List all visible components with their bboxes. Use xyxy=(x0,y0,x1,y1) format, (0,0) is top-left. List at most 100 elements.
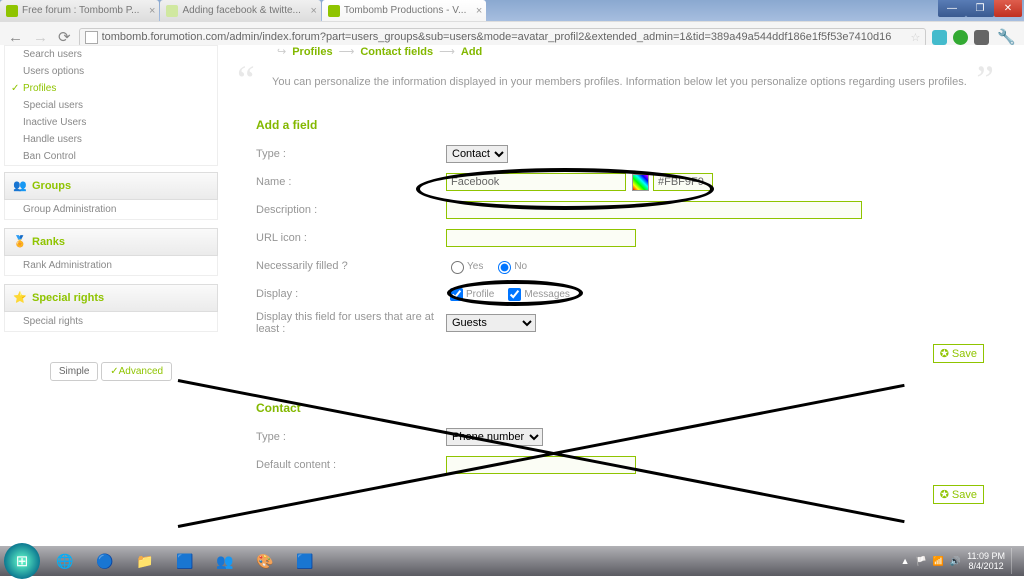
tab-favicon xyxy=(6,5,18,17)
section-add-field: Add a field xyxy=(242,108,1004,140)
taskbar-chrome[interactable]: 🔵 xyxy=(86,548,124,574)
url-text: tombomb.forumotion.com/admin/index.forum… xyxy=(102,31,892,43)
label-necessarily: Necessarily filled ? xyxy=(256,260,446,272)
sidebar-item[interactable]: Special users xyxy=(5,97,217,114)
breadcrumb-add[interactable]: Add xyxy=(461,46,482,58)
urlicon-input[interactable] xyxy=(446,229,636,247)
save-button-2[interactable]: ✪ Save xyxy=(933,485,984,504)
save-button[interactable]: ✪ Save xyxy=(933,344,984,363)
taskbar-paint[interactable]: 🎨 xyxy=(246,548,284,574)
tray-flag[interactable]: 🏳️ xyxy=(915,556,926,567)
display-messages-label: Messages xyxy=(524,289,570,300)
sidebar-item[interactable]: Ban Control xyxy=(5,148,217,165)
clock-time[interactable]: 11:09 PM xyxy=(967,551,1005,561)
extension-icon-3[interactable] xyxy=(974,30,989,45)
color-input[interactable] xyxy=(653,173,713,191)
quote-close-icon: ” xyxy=(976,56,994,103)
label-description: Description : xyxy=(256,204,446,216)
browser-tab[interactable]: Tombomb Productions - V... × xyxy=(322,0,486,21)
default-content-input[interactable] xyxy=(446,456,636,474)
type2-select[interactable]: Phone number xyxy=(446,428,543,446)
name-input[interactable] xyxy=(446,173,626,191)
breadcrumb-contact-fields[interactable]: Contact fields xyxy=(360,46,433,58)
groups-icon: 👥 xyxy=(13,179,27,193)
window-minimize[interactable]: — xyxy=(938,0,966,17)
tab-close-icon[interactable]: × xyxy=(310,5,316,17)
nav-forward[interactable]: → xyxy=(31,29,50,46)
taskbar-app2[interactable]: 👥 xyxy=(206,548,244,574)
save-label: Save xyxy=(952,348,977,360)
taskbar-skype[interactable]: 🟦 xyxy=(286,548,324,574)
color-picker-icon[interactable] xyxy=(632,174,649,191)
tray-volume[interactable]: 🔊 xyxy=(950,556,961,567)
sidebar-item-special-rights[interactable]: Special rights xyxy=(4,312,218,332)
nav-back[interactable]: ← xyxy=(6,29,25,46)
description-input[interactable] xyxy=(446,201,862,219)
sidebar-item[interactable]: Search users xyxy=(5,46,217,63)
necess-no-label: No xyxy=(514,261,527,272)
necess-no-radio[interactable] xyxy=(498,261,511,274)
clock-date[interactable]: 8/4/2012 xyxy=(967,561,1005,571)
sidebar-item[interactable]: Profiles xyxy=(5,80,217,97)
tray-icon[interactable]: ▲ xyxy=(901,556,910,566)
ranks-icon: 🏅 xyxy=(13,235,27,249)
sidebar-item[interactable]: Inactive Users xyxy=(5,114,217,131)
sidebar-head-rights[interactable]: ⭐ Special rights xyxy=(4,284,218,312)
label-urlicon: URL icon : xyxy=(256,232,446,244)
window-maximize[interactable]: ❐ xyxy=(966,0,994,17)
tab-title: Tombomb Productions - V... xyxy=(344,5,466,16)
browser-tab[interactable]: Adding facebook & twitte...× xyxy=(160,0,320,21)
url-field[interactable]: tombomb.forumotion.com/admin/index.forum… xyxy=(79,28,927,47)
nav-reload[interactable]: ⟳ xyxy=(56,28,73,46)
show-desktop[interactable] xyxy=(1011,548,1020,574)
groups-label: Groups xyxy=(32,180,71,192)
section-contact: Contact xyxy=(242,391,1004,423)
display-profile-label: Profile xyxy=(466,289,494,300)
display-level-select[interactable]: Guests xyxy=(446,314,536,332)
tab-close-icon[interactable]: × xyxy=(476,5,482,17)
window-close[interactable]: ✕ xyxy=(994,0,1022,17)
rights-label: Special rights xyxy=(32,292,104,304)
save-label-2: Save xyxy=(952,489,977,501)
intro-text: You can personalize the information disp… xyxy=(272,76,967,88)
start-button[interactable]: ⊞ xyxy=(4,543,40,579)
necess-yes-radio[interactable] xyxy=(451,261,464,274)
breadcrumb-arrow: ⟶ xyxy=(339,45,355,58)
sidebar-item[interactable]: Handle users xyxy=(5,131,217,148)
breadcrumb-arrow: ↪ xyxy=(277,45,286,58)
mode-advanced[interactable]: ✓Advanced xyxy=(101,362,172,381)
breadcrumb-arrow: ⟶ xyxy=(439,45,455,58)
save-icon: ✪ xyxy=(940,347,949,360)
taskbar-ie[interactable]: 🌐 xyxy=(46,548,84,574)
sidebar-item-rank-admin[interactable]: Rank Administration xyxy=(4,256,218,276)
bookmark-star-icon[interactable]: ☆ xyxy=(910,31,920,44)
sidebar-item-group-admin[interactable]: Group Administration xyxy=(4,200,218,220)
page-icon xyxy=(85,31,98,44)
rights-icon: ⭐ xyxy=(13,291,27,305)
type-select[interactable]: Contact xyxy=(446,145,508,163)
extension-icon-2[interactable] xyxy=(953,30,968,45)
display-messages-check[interactable] xyxy=(508,288,521,301)
taskbar-explorer[interactable]: 📁 xyxy=(126,548,164,574)
sidebar-head-groups[interactable]: 👥 Groups xyxy=(4,172,218,200)
label-display: Display : xyxy=(256,288,446,300)
display-profile-check[interactable] xyxy=(450,288,463,301)
taskbar-app1[interactable]: 🟦 xyxy=(166,548,204,574)
browser-tab[interactable]: Free forum : Tombomb P... × xyxy=(0,0,159,21)
tab-close-icon[interactable]: × xyxy=(149,5,155,17)
breadcrumb-profiles[interactable]: Profiles xyxy=(292,46,332,58)
save-icon: ✪ xyxy=(940,488,949,501)
necess-yes-label: Yes xyxy=(467,261,483,272)
tab-title: Free forum : Tombomb P... xyxy=(22,5,139,16)
tab-favicon xyxy=(328,5,340,17)
wrench-icon[interactable]: 🔧 xyxy=(995,28,1018,46)
label-name: Name : xyxy=(256,176,446,188)
mode-simple[interactable]: Simple xyxy=(50,362,99,381)
tray-network[interactable]: 📶 xyxy=(933,556,944,567)
sidebar-head-ranks[interactable]: 🏅 Ranks xyxy=(4,228,218,256)
ranks-label: Ranks xyxy=(32,236,65,248)
sidebar-item[interactable]: Users options xyxy=(5,63,217,80)
label-display-level: Display this field for users that are at… xyxy=(256,311,446,335)
label-type2: Type : xyxy=(256,431,446,443)
extension-icon-1[interactable] xyxy=(932,30,947,45)
